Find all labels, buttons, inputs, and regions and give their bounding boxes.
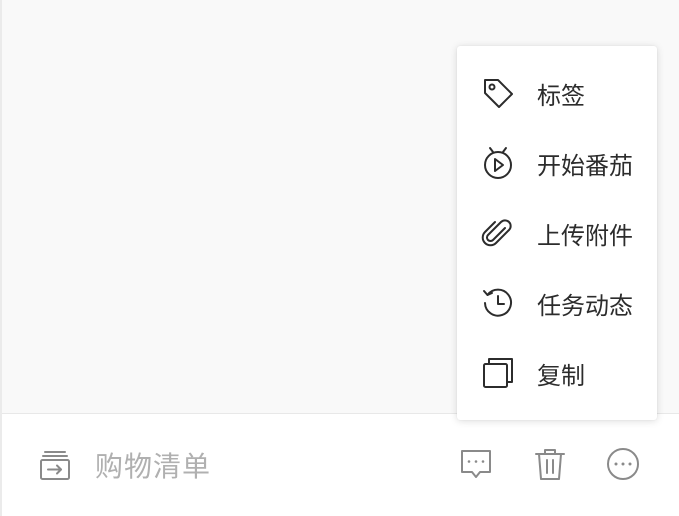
history-icon: [481, 286, 515, 320]
pomodoro-timer-icon: [481, 146, 515, 180]
list-picker[interactable]: 购物清单: [36, 444, 211, 486]
more-icon: [605, 446, 641, 482]
copy-icon: [481, 356, 515, 390]
menu-item-label: 标签: [537, 81, 585, 110]
menu-item-label: 复制: [537, 361, 585, 390]
more-actions-menu: 标签 开始番茄 上传附件 任务动态 复制: [457, 46, 657, 420]
menu-item-label: 上传附件: [537, 221, 633, 250]
menu-item-upload-attachment[interactable]: 上传附件: [457, 198, 657, 268]
menu-item-label: 任务动态: [537, 291, 633, 320]
task-bottom-bar: 购物清单: [2, 414, 679, 516]
delete-button[interactable]: [530, 444, 570, 484]
menu-item-start-pomodoro[interactable]: 开始番茄: [457, 128, 657, 198]
menu-item-label: 开始番茄: [537, 151, 633, 180]
list-name: 购物清单: [95, 450, 212, 483]
move-to-list-icon: [36, 446, 74, 484]
trash-icon: [532, 446, 568, 482]
comment-icon: [458, 446, 494, 482]
menu-item-task-activity[interactable]: 任务动态: [457, 268, 657, 338]
task-detail-panel: 购物清单 标签 开始番茄 上传附件 任务动态 复制: [0, 0, 679, 516]
more-button[interactable]: [603, 444, 643, 484]
menu-item-copy[interactable]: 复制: [457, 338, 657, 408]
tag-icon: [481, 76, 515, 110]
menu-item-tag[interactable]: 标签: [457, 58, 657, 128]
comment-button[interactable]: [456, 444, 496, 484]
paperclip-icon: [481, 216, 515, 250]
